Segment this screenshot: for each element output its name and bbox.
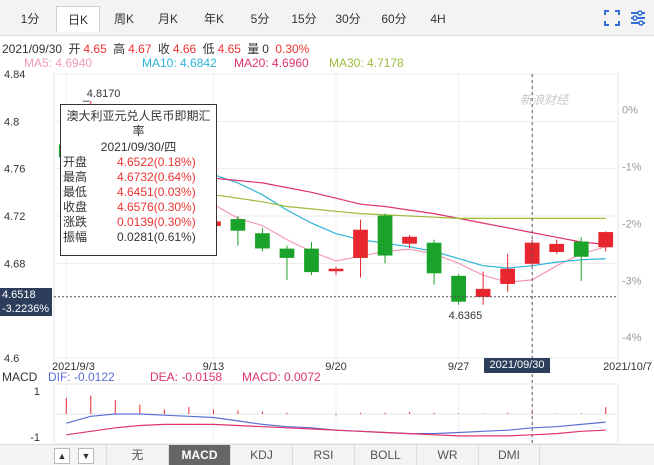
candle-body — [500, 268, 516, 284]
tooltip-key: 开盘 — [63, 155, 88, 169]
candle-body — [328, 268, 344, 272]
tooltip-row-high: 最高 4.6732(0.64%) — [61, 170, 216, 185]
candle-body — [353, 229, 368, 258]
candle-body — [230, 219, 246, 231]
pct-tick-label: -3% — [622, 275, 642, 287]
tooltip-value: 4.6732(0.64%) — [117, 170, 196, 184]
tooltip-row-close: 收盘 4.6576(0.30%) — [61, 200, 216, 215]
tooltip-key: 振幅 — [63, 230, 88, 244]
candle-body — [279, 248, 295, 258]
indicator-tab-kdj[interactable]: KDJ — [230, 445, 292, 465]
tooltip-row-change: 涨跌 0.0139(0.30%) — [61, 215, 216, 230]
candle-body — [549, 243, 565, 252]
watermark-logo: 新浪财经 — [520, 93, 570, 107]
candle-body — [402, 236, 417, 244]
indicator-tab-wr[interactable]: WR — [416, 445, 478, 465]
y-tick-label: 4.8 — [4, 116, 19, 128]
tooltip-row-amplitude: 振幅 0.0281(0.61%) — [61, 230, 216, 245]
candle-body — [377, 215, 393, 256]
candle-tooltip: 澳大利亚元兑人民币即期汇率 2021/09/30/四 开盘 4.6522(0.18… — [60, 104, 217, 256]
pct-tick-label: -1% — [622, 161, 642, 173]
tooltip-key: 收盘 — [63, 200, 88, 214]
pct-tick-label: -2% — [622, 218, 642, 230]
y-tick-label: 4.84 — [4, 69, 25, 81]
candle-body — [598, 232, 614, 248]
y-tick-label: 4.76 — [4, 164, 25, 176]
candle-body — [573, 241, 589, 257]
tooltip-row-open: 开盘 4.6522(0.18%) — [61, 155, 216, 170]
tooltip-value: 4.6522(0.18%) — [117, 155, 196, 169]
pct-tick-label: -4% — [622, 332, 642, 344]
macd-dea-legend: DEA: -0.0158 — [150, 370, 223, 384]
scroll-down-button[interactable]: ▼ — [78, 448, 94, 464]
macd-y-tick: 1 — [34, 386, 40, 398]
y-tick-label: 4.6 — [4, 353, 19, 365]
candle-body — [475, 288, 491, 297]
tooltip-date: 2021/09/30/四 — [100, 140, 177, 154]
indicator-tab-dmi[interactable]: DMI — [478, 445, 540, 465]
macd-y-tick: -1 — [30, 432, 40, 444]
macd-dif-legend: DIF: -0.0122 — [48, 370, 115, 384]
macd-value-legend: MACD: 0.0072 — [242, 370, 321, 384]
tooltip-value: 4.6576(0.30%) — [117, 200, 196, 214]
y-tick-label: 4.72 — [4, 211, 25, 223]
tooltip-value: 0.0281(0.61%) — [117, 230, 196, 244]
high-annotation: 4.8170 — [87, 88, 121, 100]
macd-legend: MACD DIF: -0.0122 DEA: -0.0158 MACD: 0.0… — [2, 370, 652, 385]
tooltip-key: 最低 — [63, 185, 88, 199]
macd-title: MACD — [2, 370, 38, 384]
current-price-value: 4.6518 — [2, 289, 36, 301]
indicator-tab-bar: ▲ ▼ 无 MACD KDJ RSI BOLL WR DMI — [0, 444, 654, 465]
low-annotation: 4.6365 — [449, 310, 483, 322]
tooltip-key: 涨跌 — [63, 215, 88, 229]
y-tick-label: 4.68 — [4, 258, 25, 270]
tooltip-value: 0.0139(0.30%) — [117, 215, 196, 229]
indicator-tab-none[interactable]: 无 — [106, 445, 168, 465]
indicator-tab-rsi[interactable]: RSI — [292, 445, 354, 465]
candle-body — [255, 233, 270, 249]
current-price-pct: -3.2236% — [2, 303, 50, 315]
candle-body — [304, 248, 319, 273]
tooltip-title: 澳大利亚元兑人民币即期汇率 — [66, 109, 211, 138]
candle-body — [451, 275, 466, 302]
tooltip-key: 最高 — [63, 170, 88, 184]
tooltip-row-low: 最低 4.6451(0.03%) — [61, 185, 216, 200]
scroll-up-button[interactable]: ▲ — [54, 448, 70, 464]
candle-body — [426, 242, 442, 274]
current-price-marker: 4.6518 -3.2236% — [0, 288, 52, 316]
tooltip-value: 4.6451(0.03%) — [117, 185, 196, 199]
pct-tick-label: 0% — [622, 105, 638, 117]
indicator-tab-macd[interactable]: MACD — [168, 445, 230, 465]
indicator-tab-boll[interactable]: BOLL — [354, 445, 416, 465]
